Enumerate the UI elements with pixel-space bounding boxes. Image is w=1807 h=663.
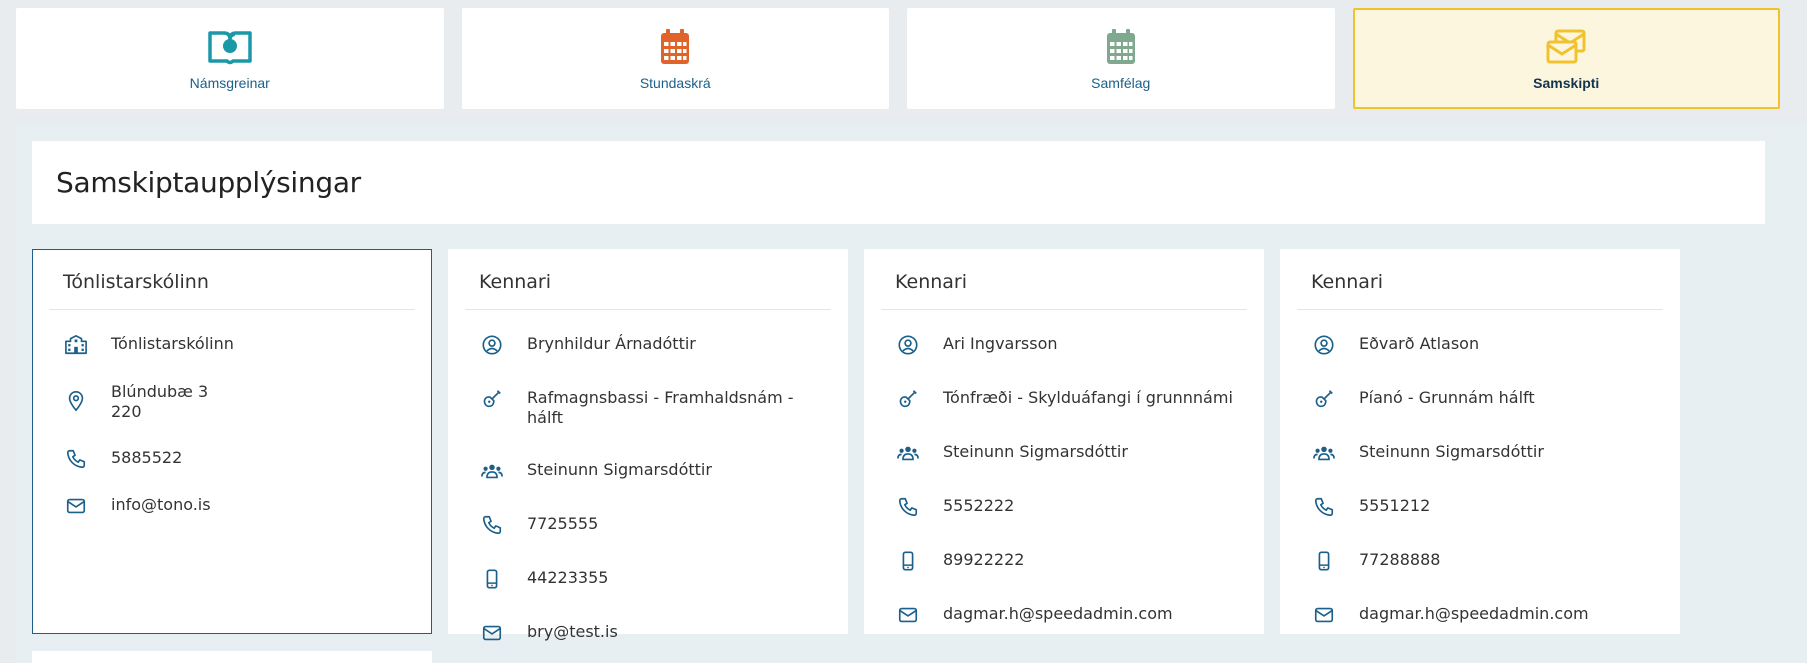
phone-row: 5551212	[1297, 496, 1663, 518]
location-pin-icon	[63, 390, 89, 412]
school-phone[interactable]: 5885522	[111, 448, 182, 468]
teacher-name: Eðvarð Atlason	[1359, 334, 1480, 353]
teacher-card[interactable]: Kennari Eðvarð Atlason Píanó - Grunnám h…	[1280, 249, 1680, 634]
contact-cards: Tónlistarskólinn Tónlistarskólinn Blúndu…	[32, 249, 1680, 641]
nav-tile-label: Stundaskrá	[639, 74, 711, 91]
school-card[interactable]: Tónlistarskólinn Tónlistarskólinn Blúndu…	[32, 249, 432, 634]
email-row: bry@test.is	[465, 622, 831, 644]
email-address[interactable]: dagmar.h@speedadmin.com	[1359, 604, 1589, 624]
calendar-icon	[661, 28, 690, 64]
course-name: Píanó - Grunnám hálft	[1359, 388, 1535, 407]
guitar-icon	[479, 388, 505, 410]
phone-number[interactable]: 5551212	[1359, 496, 1430, 516]
card-heading: Kennari	[1297, 250, 1663, 310]
student-name: Steinunn Sigmarsdóttir	[943, 442, 1128, 461]
mail-icon	[479, 622, 505, 644]
content-area: Samskiptaupplýsingar Tónlistarskólinn Tó…	[16, 124, 1807, 663]
phone-number[interactable]: 7725555	[527, 514, 598, 534]
school-phone-row: 5885522	[49, 448, 415, 470]
guitar-icon	[895, 388, 921, 410]
mobile-phone-icon	[895, 550, 921, 572]
nav-tile-label: Samskipti	[1533, 74, 1600, 91]
mobile-row: 77288888	[1297, 550, 1663, 572]
phone-icon	[895, 496, 921, 518]
mobile-phone-icon	[1311, 550, 1337, 572]
course-row: Píanó - Grunnám hálft	[1297, 388, 1663, 410]
page-header: Samskiptaupplýsingar	[32, 141, 1765, 224]
school-address-row: Blúndubæ 3 220	[49, 382, 415, 422]
users-group-icon	[1311, 442, 1337, 464]
student-row: Steinunn Sigmarsdóttir	[465, 460, 831, 482]
envelopes-icon	[1546, 29, 1586, 63]
phone-icon	[479, 514, 505, 536]
mobile-number[interactable]: 89922222	[943, 550, 1024, 570]
nav-tile-samfelag[interactable]: Samfélag	[907, 8, 1335, 109]
user-circle-icon	[1311, 334, 1337, 356]
nav-tile-label: Samfélag	[1091, 74, 1151, 91]
student-name: Steinunn Sigmarsdóttir	[1359, 442, 1544, 461]
teacher-card[interactable]: Kennari Ari Ingvarsson Tónfræði - Skyldu…	[864, 249, 1264, 634]
mail-icon	[895, 604, 921, 626]
email-row: dagmar.h@speedadmin.com	[1297, 604, 1663, 626]
phone-row: 7725555	[465, 514, 831, 536]
email-address[interactable]: dagmar.h@speedadmin.com	[943, 604, 1173, 624]
address-line-1: Blúndubæ 3	[111, 382, 209, 401]
next-card-partial	[32, 651, 432, 663]
email-address[interactable]: bry@test.is	[527, 622, 618, 642]
top-nav: Námsgreinar Stundaskrá Samfélag Samskipt…	[16, 8, 1780, 109]
users-group-icon	[479, 460, 505, 482]
users-group-icon	[895, 442, 921, 464]
phone-row: 5552222	[881, 496, 1247, 518]
calendar-grid-icon	[1106, 28, 1135, 64]
guitar-icon	[1311, 388, 1337, 410]
mail-icon	[1311, 604, 1337, 626]
nav-tile-label: Námsgreinar	[189, 74, 270, 91]
teacher-name-row: Brynhildur Árnadóttir	[465, 334, 831, 356]
school-building-icon	[63, 334, 89, 356]
card-heading: Kennari	[465, 250, 831, 310]
card-heading: Kennari	[881, 250, 1247, 310]
mobile-phone-icon	[479, 568, 505, 590]
teacher-name: Ari Ingvarsson	[943, 334, 1058, 353]
nav-tile-namsgreinar[interactable]: Námsgreinar	[16, 8, 444, 109]
teacher-name-row: Ari Ingvarsson	[881, 334, 1247, 356]
teacher-name: Brynhildur Árnadóttir	[527, 334, 696, 353]
school-email[interactable]: info@tono.is	[111, 495, 211, 515]
book-apple-icon	[208, 30, 252, 64]
mobile-row: 89922222	[881, 550, 1247, 572]
phone-icon	[1311, 496, 1337, 518]
mail-icon	[63, 495, 89, 517]
course-row: Rafmagnsbassi - Framhaldsnám - hálft	[465, 388, 831, 428]
phone-number[interactable]: 5552222	[943, 496, 1014, 516]
address-line-2: 220	[111, 402, 142, 421]
user-circle-icon	[895, 334, 921, 356]
mobile-row: 44223355	[465, 568, 831, 590]
mobile-number[interactable]: 77288888	[1359, 550, 1440, 570]
school-email-row: info@tono.is	[49, 495, 415, 517]
student-row: Steinunn Sigmarsdóttir	[881, 442, 1247, 464]
school-name-row: Tónlistarskólinn	[49, 334, 415, 356]
phone-icon	[63, 448, 89, 470]
email-row: dagmar.h@speedadmin.com	[881, 604, 1247, 626]
mobile-number[interactable]: 44223355	[527, 568, 608, 588]
student-name: Steinunn Sigmarsdóttir	[527, 460, 712, 479]
course-row: Tónfræði - Skylduáfangi í grunnnámi	[881, 388, 1247, 410]
course-name: Rafmagnsbassi - Framhaldsnám - hálft	[527, 388, 794, 427]
page-title: Samskiptaupplýsingar	[56, 166, 361, 199]
nav-tile-stundaskra[interactable]: Stundaskrá	[461, 8, 889, 109]
user-circle-icon	[479, 334, 505, 356]
student-row: Steinunn Sigmarsdóttir	[1297, 442, 1663, 464]
teacher-name-row: Eðvarð Atlason	[1297, 334, 1663, 356]
course-name: Tónfræði - Skylduáfangi í grunnnámi	[943, 388, 1233, 407]
school-address: Blúndubæ 3 220	[111, 382, 208, 422]
card-heading: Tónlistarskólinn	[49, 250, 415, 310]
teacher-card[interactable]: Kennari Brynhildur Árnadóttir Rafmagnsba…	[448, 249, 848, 641]
school-name: Tónlistarskólinn	[111, 334, 234, 353]
nav-tile-samskipti[interactable]: Samskipti	[1352, 8, 1780, 109]
